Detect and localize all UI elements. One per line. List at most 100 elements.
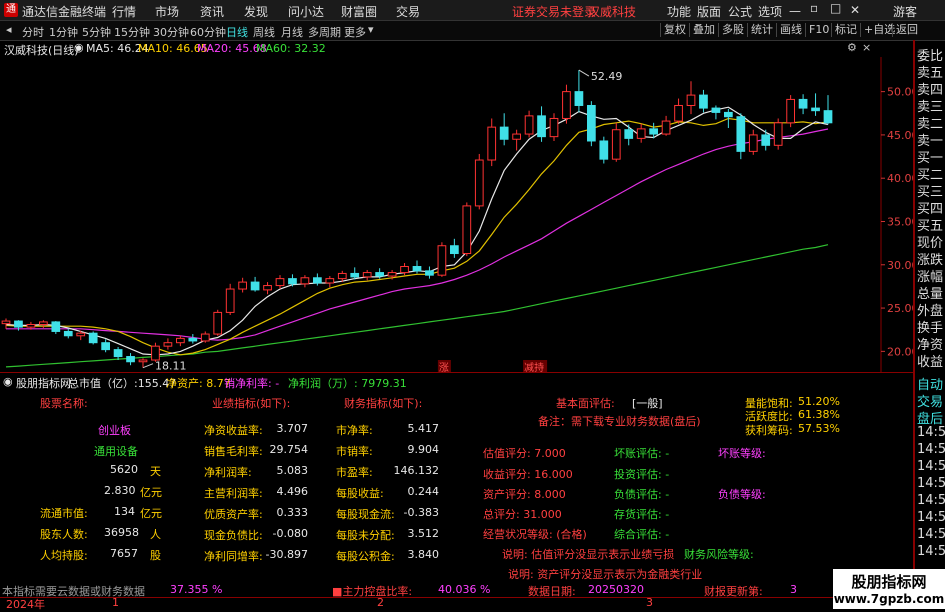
menu-layout[interactable]: 版面 [697,3,721,20]
high-price-label: 52.49 [591,70,623,83]
debt-level: 负债等级: [718,488,766,501]
period-tab-1min[interactable]: 1分钟 [49,24,78,40]
candle-body [624,129,634,139]
toolbar-multi-stock[interactable]: 多股 [718,23,747,37]
candle-body [412,266,422,272]
header-stock-name: 汉威科技 [588,5,637,19]
performance-value-0: 3.707 [276,422,309,435]
toolbar-draw-line[interactable]: 画线 [776,23,805,37]
menu-item-wealth[interactable]: 财富圈 [341,3,377,20]
more-dropdown-icon[interactable]: ▾ [368,23,374,36]
chart-dropdown-icon[interactable]: ◉ [74,41,84,54]
menu-item-quotes[interactable]: 行情 [112,3,136,20]
period-tab-15min[interactable]: 15分钟 [114,24,150,40]
period-tab-monthly[interactable]: 月线 [281,24,303,40]
stock-name-label: 股票名称: [40,397,88,410]
period-tab-weekly[interactable]: 周线 [253,24,275,40]
maximize-icon[interactable]: □ [830,1,841,15]
candle-body [425,270,434,276]
period-tab-daily[interactable]: 日线 [226,24,248,40]
side-panel-item-24: 14:5 [917,459,945,474]
guest-label[interactable]: 游客 [893,3,917,20]
side-panel-item-28: 14:5 [917,527,945,542]
candle-body [773,122,783,146]
performance-value-3: 4.496 [276,485,309,498]
candle-body [649,128,658,135]
restore-icon[interactable]: ▫ [810,1,818,15]
candle-body [313,277,322,284]
period-tab-more[interactable]: 更多 [344,24,366,40]
asset-score: 资产评分: 8.000 [483,488,566,501]
ma5-line [5,106,829,356]
financial-value-5: 3.512 [407,527,440,540]
menu-item-news[interactable]: 资讯 [200,3,224,20]
toolbar-mark[interactable]: 标记 [831,23,860,37]
toolbar-statistics[interactable]: 统计 [747,23,776,37]
high-pointer [578,69,590,77]
fundamental-value: [一般] [632,397,663,410]
candle-body [636,128,646,139]
candle-body [798,98,808,109]
menu-formula[interactable]: 公式 [728,3,752,20]
menu-item-market[interactable]: 市场 [155,3,179,20]
candle-body [263,285,272,291]
toolbar-f10[interactable]: F10 [805,23,832,37]
financial-risk-level: 财务风险等级: [684,548,754,561]
menu-item-discover[interactable]: 发现 [244,3,268,20]
candle-body [474,159,484,207]
financial-title: 财务指标(如下): [344,397,423,410]
candle-body [14,320,23,328]
bad-debt-eval: 坏账评估: - [614,447,670,460]
menu-options[interactable]: 选项 [758,3,782,20]
float-value-unit: 亿元 [140,507,162,520]
minimize-icon[interactable]: — [789,4,801,18]
period-tab-5min[interactable]: 5分钟 [82,24,111,40]
period-tab-30min[interactable]: 30分钟 [153,24,189,40]
side-panel-item-29: 14:5 [917,544,945,559]
avg-holding-unit: 股 [150,549,161,562]
asset-note: 说明: 资产评分没显示表示为金融类行业 [508,568,703,581]
price-tick-label: 40.00 [887,172,914,185]
candle-body [574,91,584,106]
menu-item-trade[interactable]: 交易 [396,3,420,20]
candle-body [138,359,148,363]
timeline-month-1: 1 [112,596,119,609]
login-notice[interactable]: 证券交易未登录 [512,3,596,20]
financial-label-1: 市销率: [336,445,373,458]
candle-body [549,117,559,138]
indicator-expand-icon[interactable]: ◉ [3,375,13,388]
gear-icon[interactable]: ⚙ [847,41,857,54]
board-value: 创业板 [98,424,131,437]
volume-saturation-value: 51.20% [798,395,840,408]
toolbar-restore-rights[interactable]: 复权 [660,23,689,37]
debt-eval: 负债评估: - [614,488,670,501]
timeline-bar [0,597,914,610]
price-tick-label: 50.00 [887,86,914,99]
close-chart-icon[interactable]: × [862,41,871,54]
indicator-title: 股朋指标网 [16,377,71,390]
toolbar-back[interactable]: 返回 [892,23,921,37]
menu-item-assistant[interactable]: 问小达 [288,3,324,20]
candle-body [811,107,820,112]
toolbar-overlay[interactable]: 叠加 [689,23,718,37]
listed-days-unit: 天 [150,465,161,478]
candle-body [26,324,36,328]
bad-debt-level: 坏账等级: [718,447,766,460]
avg-holding-value: 7657 [110,547,138,560]
close-icon[interactable]: ✕ [850,3,860,17]
toolbar-left-arrow-icon[interactable]: ◂ [6,23,12,36]
candle-body [748,134,758,152]
valuation-note: 说明: 估值评分没显示表示业绩亏损 [502,548,675,561]
low-price-label: 18.11 [155,360,187,373]
candle-body [76,332,86,337]
menu-function[interactable]: 功能 [667,3,691,20]
profit-chips-value: 57.53% [798,422,840,435]
menubar: 通 通达信金融终端 行情 市场 资讯 发现 问小达 财富圈 交易 证券交易未登录… [0,0,945,21]
kline-chart[interactable]: 50.00 45.00 40.00 35.00 30.00 25.00 20.00 52.49… [0,57,914,373]
period-tab-multi[interactable]: 多周期 [308,24,341,40]
candle-body [101,342,110,351]
period-tab-60min[interactable]: 60分钟 [190,24,226,40]
candle-body [699,94,708,109]
candle-body [761,134,771,146]
period-tab-intraday[interactable]: 分时 [22,24,44,40]
